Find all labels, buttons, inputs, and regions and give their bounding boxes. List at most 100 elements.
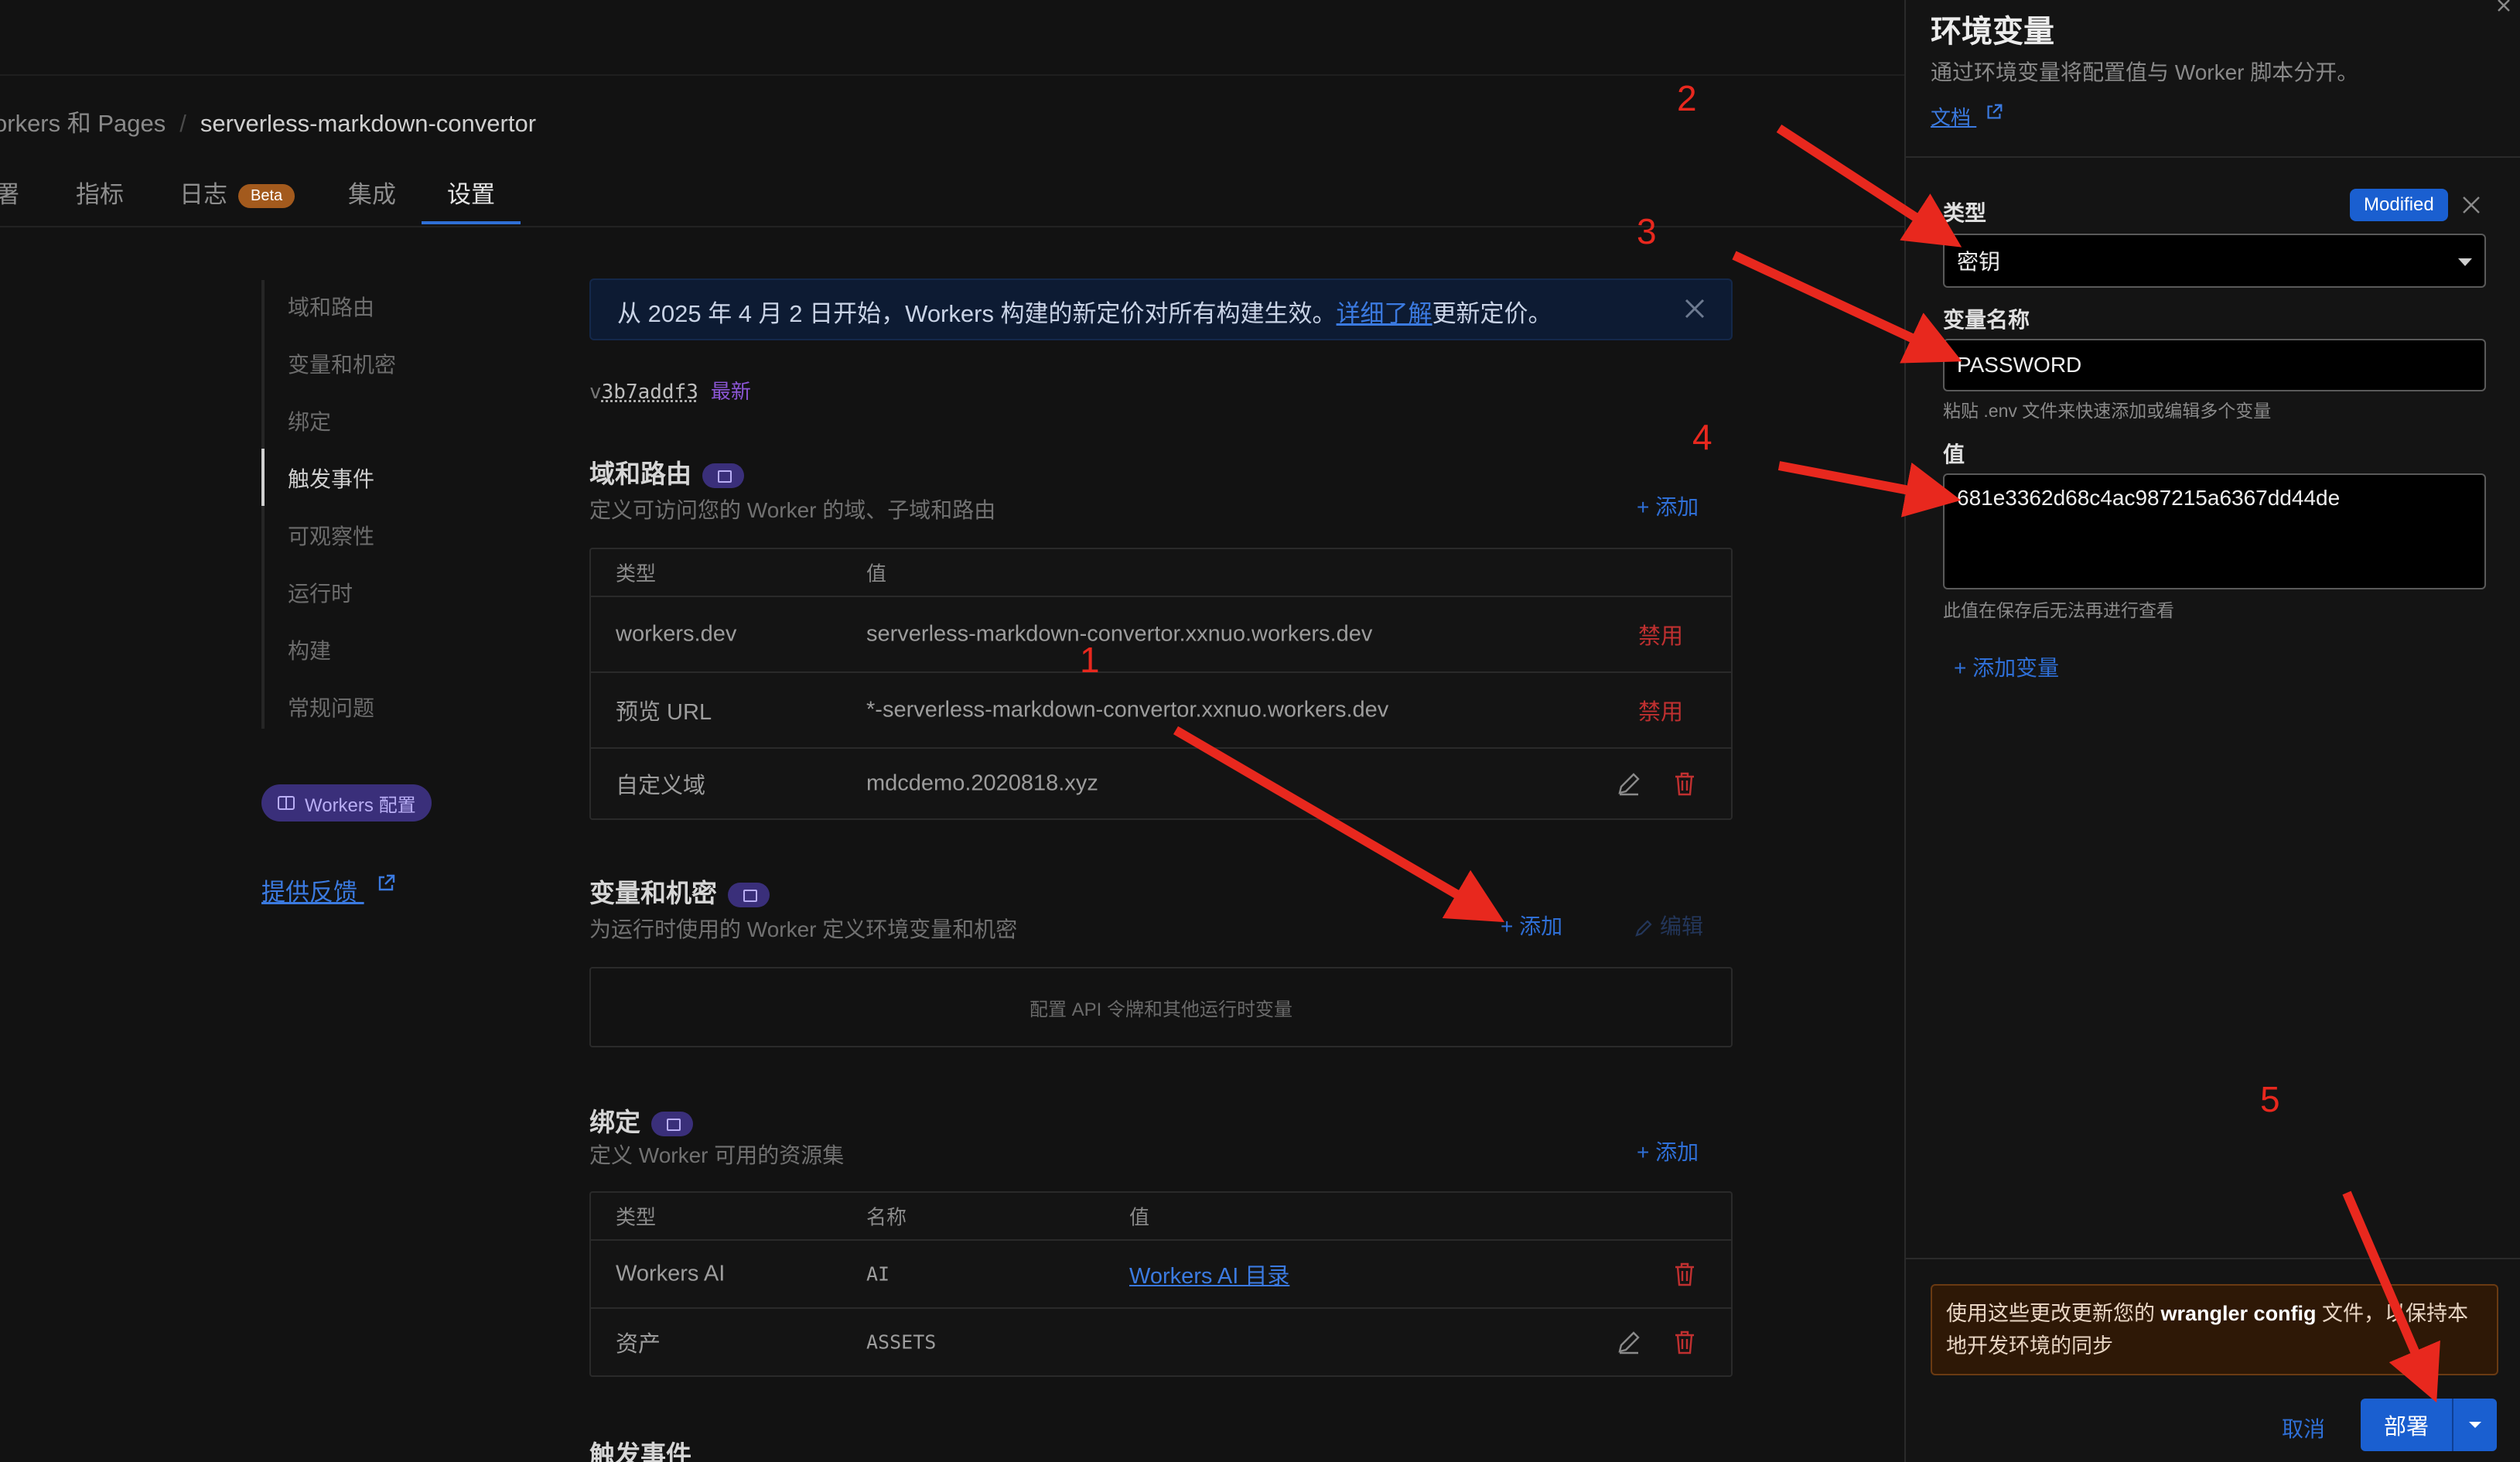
trash-icon[interactable] — [1671, 1260, 1699, 1288]
column-header: 值 — [1129, 1205, 1150, 1229]
table-row: workers.dev serverless-markdown-converto… — [591, 597, 1731, 673]
docs-link[interactable]: 文档 — [1931, 102, 2004, 131]
sidenav-item-bindings[interactable]: 绑定 — [288, 405, 331, 436]
breadcrumb-separator: / — [179, 110, 186, 137]
domains-title-text: 域和路由 — [589, 459, 691, 488]
bindings-add-button[interactable]: + 添加 — [1637, 1136, 1699, 1167]
edit-icon[interactable] — [1615, 770, 1643, 798]
book-icon — [278, 796, 295, 810]
add-variable-button[interactable]: + 添加变量 — [1954, 651, 2059, 682]
type-label: 类型 — [1943, 201, 1987, 225]
tab-settings[interactable]: 设置 — [447, 175, 495, 210]
divider — [1906, 156, 2520, 158]
value-hint: 此值在保存后无法再进行查看 — [1943, 600, 2174, 620]
type-select-value: 密钥 — [1957, 250, 2001, 274]
docs-icon[interactable] — [651, 1112, 693, 1137]
deploy-dropdown-icon[interactable] — [2453, 1399, 2497, 1451]
sidenav-item-triggers[interactable]: 触发事件 — [288, 463, 374, 494]
trash-icon[interactable] — [1671, 770, 1699, 798]
tab-deploy[interactable]: 署 — [0, 175, 19, 210]
env-variable-drawer: 环境变量 通过环境变量将配置值与 Worker 脚本分开。 文档 类型 Modi… — [1904, 0, 2520, 1462]
drawer-title: 环境变量 — [1931, 15, 2054, 49]
value-text: 681e3362d68c4ac987215a6367dd44de — [1957, 486, 2341, 510]
domain-type: 预览 URL — [616, 700, 712, 725]
bindings-subtitle: 定义 Worker 可用的资源集 — [589, 1143, 845, 1167]
sidenav-item-variables[interactable]: 变量和机密 — [288, 348, 396, 379]
tab-metrics[interactable]: 指标 — [76, 175, 124, 210]
table-row: 资产 ASSETS — [591, 1309, 1731, 1375]
main-page: orkers 和 Pages / serverless-markdown-conve… — [0, 0, 1904, 1462]
column-header: 值 — [866, 562, 887, 586]
banner-text: 从 2025 年 4 月 2 日开始，Workers 构建的新定价对所有构建生效… — [617, 300, 1337, 327]
edit-icon[interactable] — [1615, 1328, 1643, 1356]
disable-button[interactable]: 禁用 — [1638, 618, 1683, 651]
env-paste-hint: 粘贴 .env 文件来快速添加或编辑多个变量 — [1943, 401, 2272, 421]
workers-config-label: Workers 配置 — [305, 794, 416, 816]
tab-integrations[interactable]: 集成 — [348, 175, 396, 210]
deploy-button-group: 部署 — [2361, 1399, 2497, 1451]
breadcrumb: orkers 和 Pages / serverless-markdown-conve… — [0, 104, 536, 138]
variable-name-input[interactable]: PASSWORD — [1943, 339, 2486, 391]
sidenav-item-general[interactable]: 常规问题 — [288, 692, 374, 722]
breadcrumb-current: serverless-markdown-convertor — [200, 110, 537, 137]
table-row: 自定义域 mdcdemo.2020818.xyz — [591, 749, 1731, 818]
domains-table: 类型 值 workers.dev serverless-markdown-con… — [589, 548, 1733, 820]
docs-link-label: 文档 — [1931, 106, 1972, 129]
feedback-link[interactable]: 提供反馈 — [261, 873, 397, 907]
variables-edit-label: 编辑 — [1660, 914, 1704, 938]
breadcrumb-parent[interactable]: orkers 和 Pages — [0, 110, 166, 137]
table-header: 类型 值 — [591, 549, 1731, 597]
value-textarea[interactable]: 681e3362d68c4ac987215a6367dd44de — [1943, 473, 2486, 589]
sidenav-item-build[interactable]: 构建 — [288, 634, 331, 665]
domain-type: 自定义域 — [616, 774, 706, 798]
beta-badge: Beta — [238, 184, 295, 209]
domain-value: *-serverless-markdown-convertor.xxnuo.wo… — [866, 697, 1389, 722]
banner-text-after: 更新定价。 — [1432, 300, 1552, 327]
divider — [1906, 1258, 2520, 1259]
annotation-number: 2 — [1677, 78, 1697, 118]
type-select[interactable]: 密钥 — [1943, 234, 2486, 288]
cancel-button[interactable]: 取消 — [2282, 1412, 2325, 1443]
banner-learn-more-link[interactable]: 详细了解 — [1337, 300, 1432, 327]
modified-badge: Modified — [2350, 189, 2448, 221]
sidenav-item-domains[interactable]: 域和路由 — [288, 291, 374, 322]
variables-empty-text: 配置 API 令牌和其他运行时变量 — [1029, 999, 1293, 1020]
tab-logs[interactable]: 日志 Beta — [179, 175, 295, 210]
disable-button[interactable]: 禁用 — [1638, 694, 1683, 726]
remove-variable-icon[interactable] — [2460, 193, 2483, 217]
deploy-button[interactable]: 部署 — [2361, 1399, 2452, 1451]
variable-name-label: 变量名称 — [1943, 308, 2030, 332]
docs-icon[interactable] — [728, 883, 770, 908]
binding-name: AI — [866, 1262, 890, 1286]
trash-icon[interactable] — [1671, 1328, 1699, 1356]
top-bar — [0, 0, 1904, 76]
version-latest-tag: 最新 — [710, 380, 751, 403]
external-link-icon — [378, 874, 394, 891]
version-id[interactable]: 3b7addf3 — [602, 381, 698, 404]
workers-ai-catalog-link[interactable]: Workers AI 目录 — [1129, 1258, 1289, 1290]
sidenav-item-observability[interactable]: 可观察性 — [288, 520, 374, 551]
value-label: 值 — [1943, 442, 1965, 466]
domains-add-button[interactable]: + 添加 — [1637, 490, 1699, 521]
warning-bold: wrangler config — [2160, 1302, 2317, 1325]
feedback-label: 提供反馈 — [261, 879, 357, 906]
banner-close-icon[interactable] — [1683, 297, 1706, 320]
binding-name: ASSETS — [866, 1330, 937, 1354]
close-icon[interactable] — [2494, 0, 2517, 15]
bindings-title-text: 绑定 — [589, 1108, 640, 1136]
domains-section-title: 域和路由 — [589, 453, 744, 490]
tab-logs-label: 日志 — [179, 181, 227, 208]
variables-edit-button[interactable]: 编辑 — [1634, 910, 1703, 941]
workers-config-pill[interactable]: Workers 配置 — [261, 784, 432, 822]
docs-icon[interactable] — [702, 463, 744, 489]
variables-add-button[interactable]: + 添加 — [1501, 910, 1562, 941]
sidenav-item-runtime[interactable]: 运行时 — [288, 577, 353, 608]
table-row: 预览 URL *-serverless-markdown-convertor.x… — [591, 673, 1731, 749]
variables-empty-state: 配置 API 令牌和其他运行时变量 — [589, 967, 1733, 1047]
external-link-icon — [1987, 104, 2003, 119]
binding-type: Workers AI — [616, 1261, 726, 1286]
domains-subtitle: 定义可访问您的 Worker 的域、子域和路由 — [589, 498, 996, 522]
drawer-subtitle: 通过环境变量将配置值与 Worker 脚本分开。 — [1931, 60, 2359, 84]
sidenav-active-indicator — [261, 449, 265, 506]
table-header: 类型 名称 值 — [591, 1193, 1731, 1241]
